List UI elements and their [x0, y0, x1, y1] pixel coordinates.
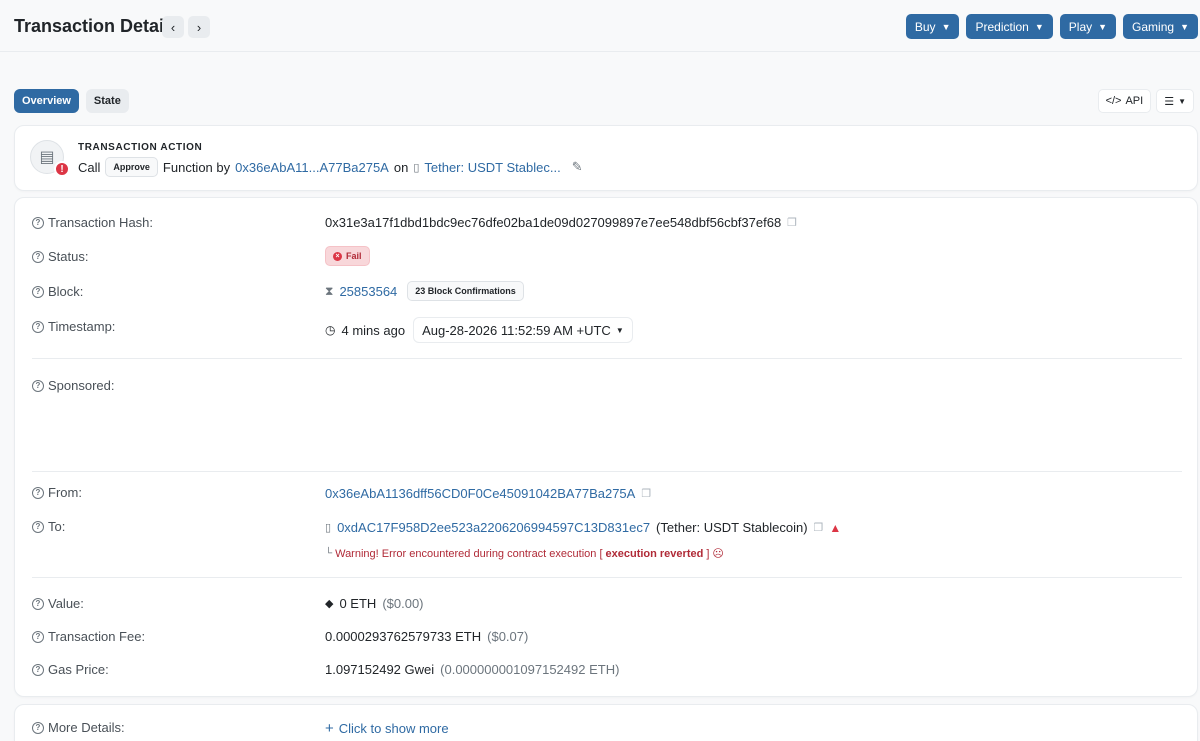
- copy-icon[interactable]: ❐: [641, 487, 651, 500]
- divider: [32, 358, 1182, 359]
- execution-warning: └ Warning! Error encountered during cont…: [325, 547, 724, 561]
- chevron-down-icon: ▼: [1178, 96, 1186, 106]
- warning-icon: ▲: [829, 520, 842, 535]
- prev-transaction-button[interactable]: ‹: [162, 16, 184, 38]
- more-details-label: ? More Details:: [32, 720, 125, 735]
- action-from-link[interactable]: 0x36eAbA11...A77Ba275A: [235, 160, 389, 175]
- hourglass-icon: ⧗: [325, 283, 334, 298]
- value-label: ? Value:: [32, 596, 84, 611]
- help-icon[interactable]: ?: [32, 520, 44, 533]
- more-details-card: ? More Details: + Click to show more: [14, 704, 1198, 741]
- help-icon[interactable]: ?: [32, 721, 44, 734]
- page-header: Transaction Details ‹ › Buy ▼ Prediction ▼…: [0, 0, 1200, 52]
- chevron-down-icon: ▼: [615, 325, 624, 335]
- divider: [32, 471, 1182, 472]
- value-value: ◆ 0 ETH ($0.00): [325, 596, 424, 611]
- show-more-button[interactable]: + Click to show more: [325, 720, 449, 737]
- plus-icon: +: [325, 720, 334, 737]
- help-icon[interactable]: ?: [32, 285, 44, 298]
- action-summary: Call Approve Function by 0x36eAbA11...A7…: [78, 157, 583, 177]
- block-label: ? Block:: [32, 284, 83, 299]
- help-icon[interactable]: ?: [32, 597, 44, 610]
- contract-icon: ▯: [325, 522, 332, 534]
- code-icon: </>: [1105, 95, 1122, 107]
- sad-face-icon: ☹: [712, 548, 724, 560]
- confirmations-badge: 23 Block Confirmations: [407, 281, 524, 301]
- help-icon[interactable]: ?: [32, 486, 44, 499]
- branch-icon: └: [325, 548, 333, 559]
- ethereum-icon: ◆: [325, 598, 334, 610]
- status-label: ? Status:: [32, 249, 88, 264]
- error-icon: !: [54, 161, 70, 177]
- contract-icon: ▯: [413, 161, 420, 174]
- method-badge: Approve: [105, 157, 158, 177]
- tab-bar: Overview State: [14, 89, 129, 113]
- from-address-link[interactable]: 0x36eAbA1136dff56CD0F0Ce45091042BA77Ba27…: [325, 486, 635, 501]
- hash-value: 0x31e3a17f1dbd1bdc9ec76dfe02ba1de09d0270…: [325, 215, 797, 230]
- sponsored-label: ? Sponsored:: [32, 378, 115, 393]
- chevron-down-icon: ▼: [941, 21, 951, 32]
- list-icon: ☰: [1164, 95, 1175, 108]
- age: 4 mins ago: [341, 322, 406, 338]
- api-button[interactable]: </> API: [1097, 89, 1152, 113]
- timestamp-label: ? Timestamp:: [32, 319, 115, 334]
- block-value: ⧗ 25853564 23 Block Confirmations: [325, 281, 524, 301]
- clock-icon: ◷: [325, 323, 336, 337]
- to-contract-name: (Tether: USDT Stablecoin): [656, 520, 808, 535]
- gas-value: 1.097152492 Gwei (0.000000001097152492 E…: [325, 662, 620, 677]
- action-heading: TRANSACTION ACTION: [78, 142, 203, 153]
- block-link[interactable]: 25853564: [339, 284, 397, 299]
- to-address-link[interactable]: 0xdAC17F958D2ee523a2206206994597C13D831e…: [337, 520, 650, 535]
- chevron-down-icon: ▼: [1180, 21, 1189, 32]
- fee-value: 0.0000293762579733 ETH ($0.07): [325, 629, 529, 644]
- transaction-hash: 0x31e3a17f1dbd1bdc9ec76dfe02ba1de09d0270…: [325, 215, 782, 230]
- hash-label: ? Transaction Hash:: [32, 215, 153, 230]
- copy-icon[interactable]: ❐: [787, 216, 797, 229]
- x-circle-icon: ×: [333, 251, 342, 261]
- transaction-details-card: ? Transaction Hash: 0x31e3a17f1dbd1bdc9ec…: [14, 197, 1198, 697]
- chevron-down-icon: ▼: [1098, 21, 1108, 32]
- play-button[interactable]: Play ▼: [1059, 14, 1117, 39]
- page-title: Transaction Details: [14, 16, 180, 36]
- tab-state[interactable]: State: [85, 89, 129, 113]
- divider: [32, 577, 1182, 578]
- fee-label: ? Transaction Fee:: [32, 629, 145, 644]
- next-transaction-button[interactable]: ›: [188, 16, 210, 38]
- prediction-button[interactable]: Prediction ▼: [966, 14, 1053, 39]
- gaming-button[interactable]: Gaming ▼: [1123, 14, 1198, 39]
- edit-icon[interactable]: ✎: [572, 159, 583, 175]
- to-value: ▯ 0xdAC17F958D2ee523a2206206994597C13D83…: [325, 520, 841, 535]
- tab-overview[interactable]: Overview: [14, 89, 79, 113]
- chevron-left-icon: ‹: [170, 19, 176, 35]
- help-icon[interactable]: ?: [32, 250, 44, 263]
- from-label: ? From:: [32, 485, 82, 500]
- timestamp-value: ◷ 4 mins ago Aug-28-2026 11:52:59 AM +UT…: [325, 317, 633, 343]
- top-menu: Buy ▼ Prediction ▼ Play ▼ Gaming ▼: [905, 14, 1198, 39]
- copy-icon[interactable]: ❐: [814, 521, 824, 534]
- transaction-action-card: ▤ ! TRANSACTION ACTION Call Approve Func…: [14, 125, 1198, 191]
- timestamp-dropdown[interactable]: Aug-28-2026 11:52:59 AM +UTC ▼: [413, 317, 633, 343]
- help-icon[interactable]: ?: [32, 663, 44, 676]
- help-icon[interactable]: ?: [32, 216, 44, 229]
- from-value: 0x36eAbA1136dff56CD0F0Ce45091042BA77Ba27…: [325, 486, 651, 501]
- help-icon[interactable]: ?: [32, 630, 44, 643]
- to-label: ? To:: [32, 519, 65, 534]
- gas-label: ? Gas Price:: [32, 662, 109, 677]
- toolbar: </> API ☰ ▼: [1097, 89, 1194, 113]
- help-icon[interactable]: ?: [32, 320, 44, 333]
- chevron-right-icon: ›: [196, 19, 202, 35]
- chevron-down-icon: ▼: [1034, 21, 1044, 32]
- view-options-button[interactable]: ☰ ▼: [1156, 89, 1194, 113]
- help-icon[interactable]: ?: [32, 379, 44, 392]
- status-value: × Fail: [325, 246, 370, 266]
- action-contract-link[interactable]: Tether: USDT Stablec...: [424, 160, 560, 175]
- buy-button[interactable]: Buy ▼: [905, 14, 960, 39]
- status-badge: × Fail: [325, 246, 370, 266]
